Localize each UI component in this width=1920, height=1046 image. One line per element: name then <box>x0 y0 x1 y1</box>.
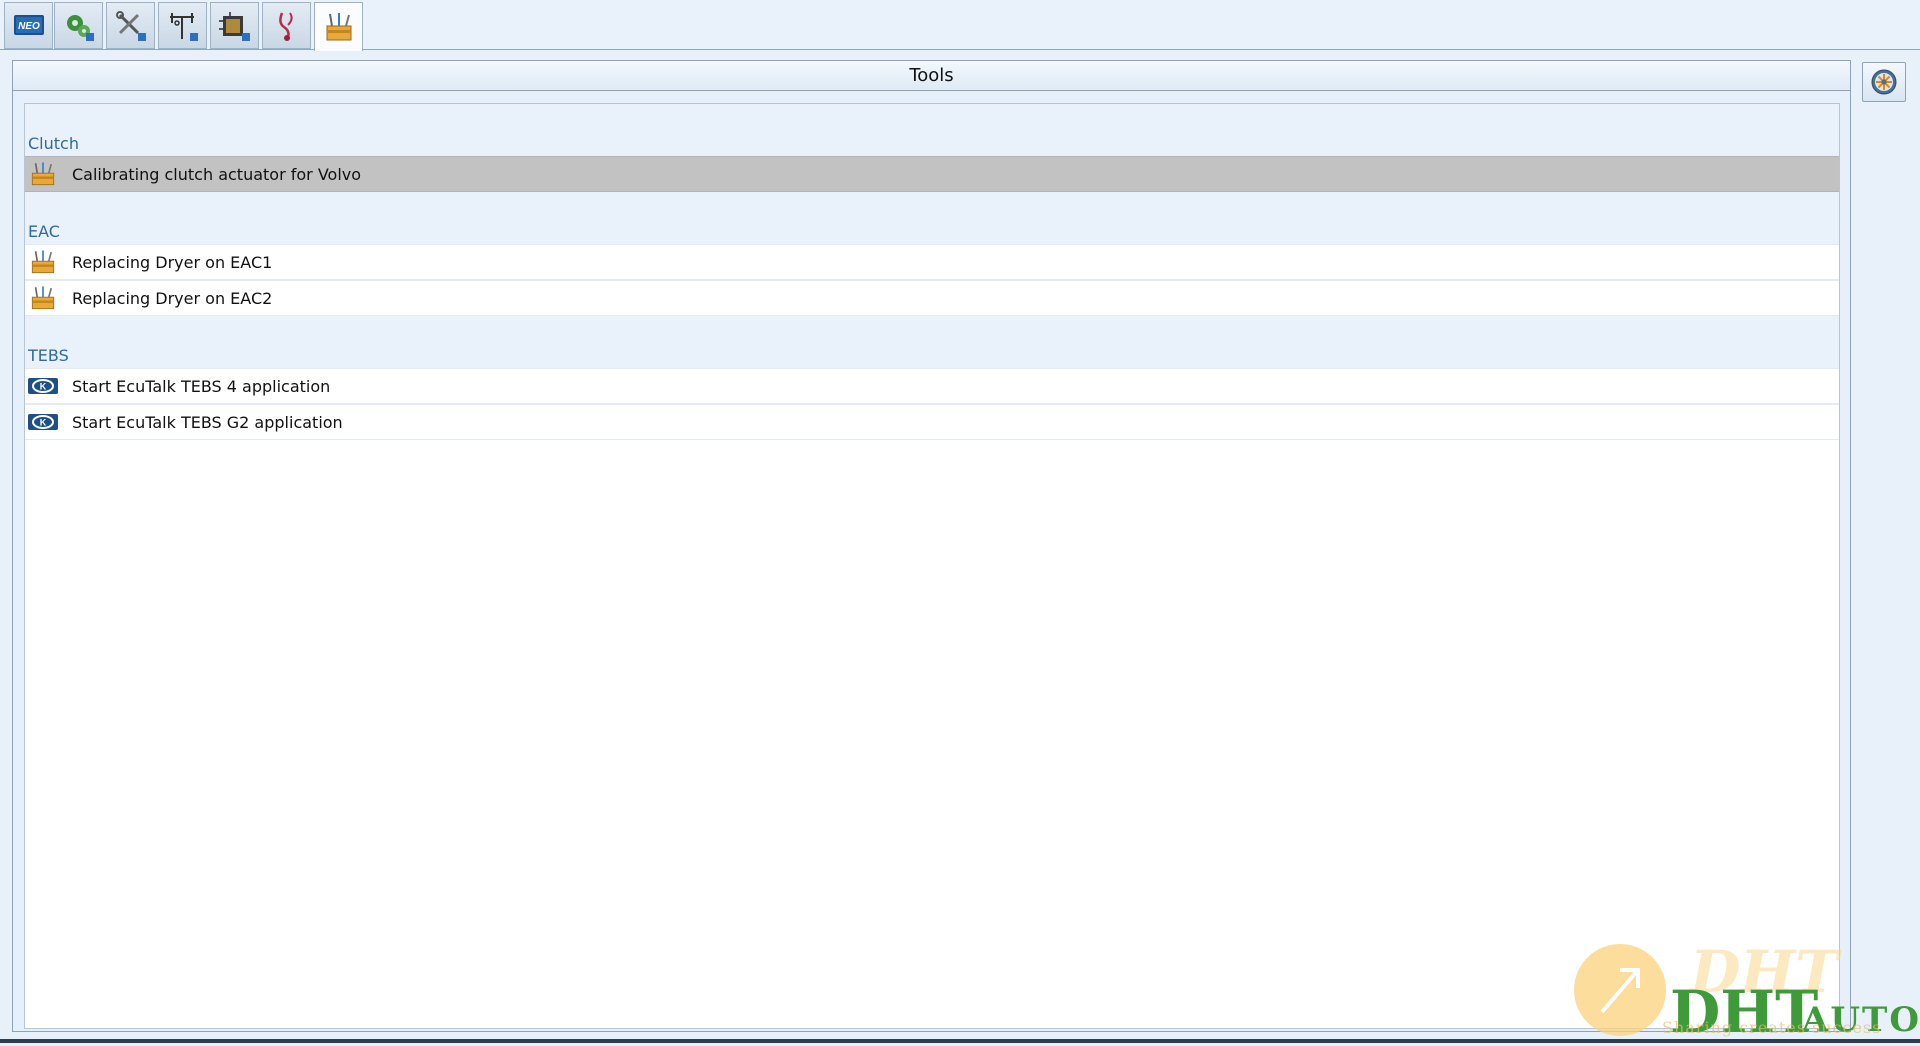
wrench-service-tab[interactable] <box>106 2 155 49</box>
svg-text:K: K <box>40 418 47 428</box>
list-item[interactable]: K Start EcuTalk TEBS 4 application <box>25 368 1839 404</box>
settings-wheel-icon <box>1871 69 1897 95</box>
group-header-tebs: TEBS <box>25 316 1839 368</box>
stethoscope-icon <box>278 11 293 41</box>
knorr-logo-icon: K <box>27 407 59 437</box>
tools-list: Clutch Calibrating clutch actuator for V… <box>24 103 1840 1029</box>
wrench-screwdriver-icon <box>115 10 146 41</box>
list-item-label: Replacing Dryer on EAC2 <box>72 288 273 308</box>
ecu-chip-icon <box>218 11 250 41</box>
group-header-eac: EAC <box>25 192 1839 244</box>
list-item-label: Calibrating clutch actuator for Volvo <box>72 164 362 184</box>
axle-icon <box>169 12 198 41</box>
knorr-logo-icon: K <box>27 371 59 401</box>
list-item[interactable]: Replacing Dryer on EAC1 <box>25 244 1839 280</box>
settings-button[interactable] <box>1862 62 1906 102</box>
list-item-label: Replacing Dryer on EAC1 <box>72 252 273 272</box>
gears-icon <box>66 14 94 41</box>
group-label: EAC <box>28 222 60 241</box>
top-tab-bar: NEO <box>0 0 1920 51</box>
axle-config-tab[interactable] <box>158 2 207 49</box>
ecu-tab[interactable] <box>210 2 259 49</box>
toolbox-icon <box>27 159 59 189</box>
list-item[interactable]: Calibrating clutch actuator for Volvo <box>25 156 1839 192</box>
svg-text:K: K <box>40 382 47 392</box>
list-item[interactable]: Replacing Dryer on EAC2 <box>25 280 1839 316</box>
group-label: TEBS <box>28 346 69 365</box>
toolbox-icon <box>27 283 59 313</box>
stethoscope-tab[interactable] <box>262 2 311 49</box>
neo-logo-icon: NEO <box>13 14 44 35</box>
tools-panel: Tools Clutch Calibrating clutch actuator… <box>12 60 1851 1032</box>
tools-tab[interactable] <box>314 2 363 51</box>
neo-logo-text: NEO <box>18 21 40 32</box>
group-label: Clutch <box>28 134 79 153</box>
toolbox-icon <box>326 13 351 41</box>
list-item-label: Start EcuTalk TEBS G2 application <box>72 412 343 432</box>
toolbox-icon <box>27 247 59 277</box>
panel-title: Tools <box>13 61 1850 91</box>
list-item-label: Start EcuTalk TEBS 4 application <box>72 376 331 396</box>
status-strip <box>0 1039 1920 1043</box>
group-header-clutch: Clutch <box>25 104 1839 156</box>
gear-diagnostics-tab[interactable] <box>54 2 103 49</box>
neo-logo-tab[interactable]: NEO <box>4 2 53 49</box>
list-item[interactable]: K Start EcuTalk TEBS G2 application <box>25 404 1839 440</box>
